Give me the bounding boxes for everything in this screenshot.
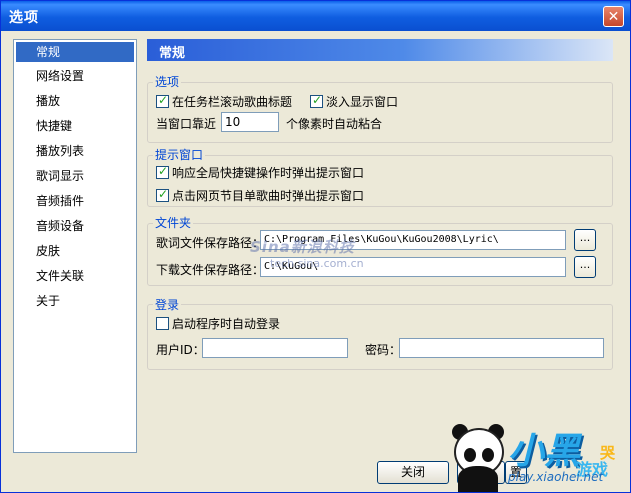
- sidebar-item-audio-plugins[interactable]: 音频插件: [16, 191, 134, 211]
- category-list[interactable]: 常规 网络设置 播放 快捷键 播放列表 歌词显示 音频插件 音频设备 皮肤 文件…: [13, 39, 137, 453]
- snap-pixels-input[interactable]: 10: [221, 112, 279, 132]
- close-icon: ✕: [607, 9, 620, 25]
- web-popup-label[interactable]: 点击网页节目单歌曲时弹出提示窗口: [172, 187, 364, 204]
- auto-login-label[interactable]: 启动程序时自动登录: [172, 315, 280, 332]
- options-group-title: 选项: [153, 73, 182, 90]
- sidebar-item-file-association[interactable]: 文件关联: [16, 266, 134, 286]
- sidebar-item-network[interactable]: 网络设置: [16, 66, 134, 86]
- logo-text: 小黑: [508, 431, 581, 472]
- password-input[interactable]: [399, 338, 604, 358]
- download-path-label: 下载文件保存路径：: [156, 263, 265, 277]
- sidebar-item-audio-device[interactable]: 音频设备: [16, 216, 134, 236]
- login-group: [147, 304, 613, 370]
- sidebar-item-about[interactable]: 关于: [16, 291, 134, 311]
- password-label: 密码：: [365, 343, 402, 357]
- scroll-title-checkbox[interactable]: [156, 93, 169, 108]
- panda-eye-right: [482, 448, 494, 462]
- lyric-browse-button[interactable]: ...: [574, 229, 596, 251]
- sina-watermark-url: tech.sina.com.cn: [270, 257, 364, 270]
- options-group: [147, 82, 613, 143]
- userid-input[interactable]: [202, 338, 348, 358]
- auto-login-checkbox[interactable]: [156, 317, 169, 330]
- panda-eye-left: [464, 448, 476, 462]
- hotkey-popup-label[interactable]: 响应全局快捷键操作时弹出提示窗口: [172, 164, 364, 181]
- popup-group-title: 提示窗口: [153, 146, 206, 163]
- sidebar-item-playlist[interactable]: 播放列表: [16, 141, 134, 161]
- snap-suffix-label: 个像素时自动粘合: [286, 117, 383, 131]
- sidebar-item-general[interactable]: 常规: [16, 42, 134, 62]
- hotkey-popup-checkbox[interactable]: [156, 164, 169, 179]
- sidebar-item-playback[interactable]: 播放: [16, 91, 134, 111]
- panda-body: [458, 466, 498, 492]
- sidebar-item-skin[interactable]: 皮肤: [16, 241, 134, 261]
- scroll-title-label[interactable]: 在任务栏滚动歌曲标题: [172, 93, 292, 110]
- window-title: 选项: [9, 10, 39, 26]
- title-bar[interactable]: 选项 ✕: [1, 1, 630, 31]
- section-title: 常规: [159, 46, 186, 61]
- web-popup-checkbox[interactable]: [156, 187, 169, 202]
- login-group-title: 登录: [153, 296, 182, 313]
- sidebar-item-lyrics[interactable]: 歌词显示: [16, 166, 134, 186]
- download-browse-button[interactable]: ...: [574, 256, 596, 278]
- userid-label: 用户ID：: [156, 343, 205, 357]
- logo-url: play.xiaohei.net: [508, 470, 604, 484]
- close-window-button[interactable]: ✕: [603, 6, 624, 27]
- lyric-path-label: 歌词文件保存路径：: [156, 236, 265, 250]
- sidebar-item-hotkeys[interactable]: 快捷键: [16, 116, 134, 136]
- folders-group-title: 文件夹: [153, 214, 194, 231]
- xiaohei-logo: 小黑 哭 游戏 play.xiaohei.net: [434, 418, 631, 493]
- snap-prefix-label: 当窗口靠近: [156, 117, 217, 131]
- fade-in-label[interactable]: 淡入显示窗口: [326, 93, 398, 110]
- section-header: 常规: [147, 39, 613, 61]
- fade-in-checkbox[interactable]: [310, 93, 323, 108]
- sina-watermark: Sina新浪科技: [250, 238, 355, 256]
